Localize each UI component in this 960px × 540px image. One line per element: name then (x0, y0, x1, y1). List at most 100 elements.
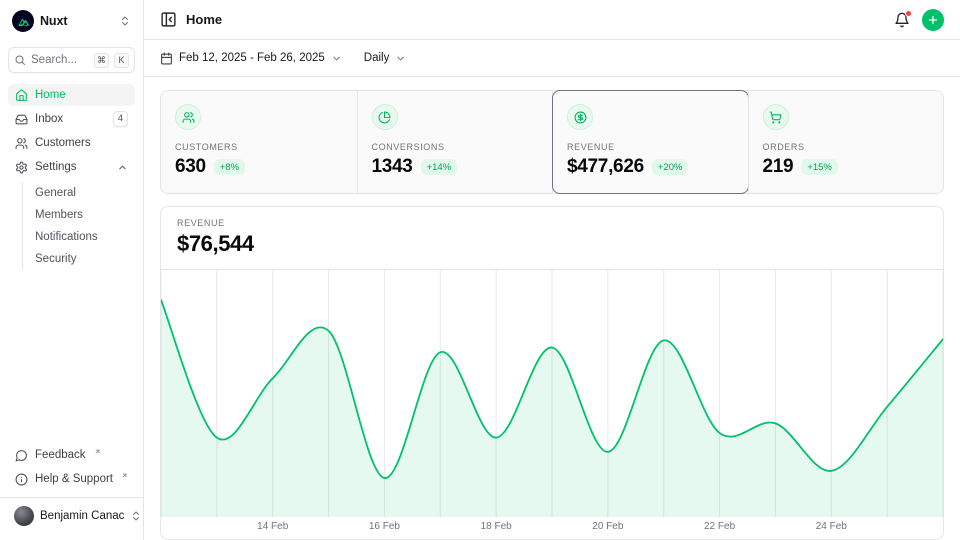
sidebar-item-security[interactable]: Security (23, 248, 135, 270)
sidebar: Nuxt Search... ⌘ K Home Inbox 4 (0, 0, 144, 540)
stat-label: REVENUE (567, 142, 734, 152)
sidebar-item-home[interactable]: Home (8, 84, 135, 106)
search-icon (14, 54, 26, 66)
chart-header: REVENUE $76,544 (161, 207, 943, 270)
kbd-meta: ⌘ (94, 53, 109, 68)
footer-item-label: Feedback (35, 449, 86, 461)
sidebar-item-inbox[interactable]: Inbox 4 (8, 108, 135, 130)
cart-icon (763, 104, 789, 130)
user-menu-button[interactable]: Benjamin Canac (8, 503, 135, 529)
info-circle-icon (15, 473, 28, 486)
date-range-picker[interactable]: Feb 12, 2025 - Feb 26, 2025 (160, 52, 342, 65)
date-range-label: Feb 12, 2025 - Feb 26, 2025 (179, 52, 325, 64)
inbox-count-badge: 4 (113, 111, 128, 126)
kbd-k: K (114, 53, 129, 68)
page-title: Home (186, 12, 222, 27)
sub-item-label: General (35, 187, 76, 199)
collapse-sidebar-button[interactable] (160, 11, 177, 28)
main-panel: Home Feb 12, 2025 - Feb 26, 2025 Daily (144, 0, 960, 540)
sidebar-item-customers[interactable]: Customers (8, 132, 135, 154)
help-support-link[interactable]: Help & Support (8, 468, 135, 490)
panel-left-close-icon (160, 11, 177, 28)
stat-card-customers[interactable]: CUSTOMERS 630 +8% (161, 91, 357, 193)
revenue-chart (161, 270, 943, 517)
stat-value: $477,626 (567, 156, 644, 178)
x-axis-tick: 14 Feb (257, 521, 288, 532)
delta-badge: +20% (652, 159, 689, 175)
stat-value: 630 (175, 156, 206, 178)
message-bubble-icon (15, 449, 28, 462)
stat-card-conversions[interactable]: CONVERSIONS 1343 +14% (357, 91, 553, 193)
sidebar-item-label: Inbox (35, 113, 63, 125)
x-axis-tick: 20 Feb (592, 521, 623, 532)
chevron-down-icon (395, 53, 406, 64)
x-axis-tick: 24 Feb (816, 521, 847, 532)
stat-value: 219 (763, 156, 794, 178)
sidebar-item-notifications[interactable]: Notifications (23, 226, 135, 248)
sub-item-label: Members (35, 209, 83, 221)
stat-label: ORDERS (763, 142, 930, 152)
notifications-button[interactable] (894, 12, 910, 28)
external-link-icon (94, 448, 101, 455)
feedback-link[interactable]: Feedback (8, 444, 135, 466)
search-input[interactable]: Search... ⌘ K (8, 47, 135, 73)
main-header: Home (144, 0, 960, 40)
x-axis-tick: 18 Feb (481, 521, 512, 532)
sidebar-item-settings[interactable]: Settings (8, 156, 135, 178)
chart-metric-value: $76,544 (177, 231, 927, 257)
dashboard-content: CUSTOMERS 630 +8% CONVERSIONS 1343 +14% (144, 77, 960, 540)
add-button[interactable] (922, 9, 944, 31)
stat-label: CUSTOMERS (175, 142, 343, 152)
chevrons-up-down-icon (130, 510, 142, 522)
footer-item-label: Help & Support (35, 473, 113, 485)
search-placeholder: Search... (31, 54, 89, 66)
sidebar-item-label: Settings (35, 161, 77, 173)
sub-item-label: Notifications (35, 231, 98, 243)
gear-icon (15, 161, 28, 174)
sidebar-item-label: Home (35, 89, 66, 101)
toolbar: Feb 12, 2025 - Feb 26, 2025 Daily (144, 40, 960, 77)
settings-sub-list: General Members Notifications Security (22, 182, 135, 270)
stat-label: CONVERSIONS (372, 142, 539, 152)
pie-chart-icon (372, 104, 398, 130)
sidebar-item-label: Customers (35, 137, 91, 149)
revenue-chart-card: REVENUE $76,544 14 Feb 16 Feb 18 Feb 20 … (160, 206, 944, 540)
period-label: Daily (364, 52, 390, 64)
calendar-icon (160, 52, 173, 65)
inbox-icon (15, 113, 28, 126)
external-link-icon (121, 472, 128, 479)
delta-badge: +14% (421, 159, 458, 175)
header-actions (894, 9, 944, 31)
chevron-up-icon (117, 162, 128, 173)
stat-value: 1343 (372, 156, 413, 178)
home-icon (15, 89, 28, 102)
sidebar-item-members[interactable]: Members (23, 204, 135, 226)
nuxt-logo-icon (12, 10, 34, 32)
chart-metric-label: REVENUE (177, 218, 927, 228)
chevrons-up-down-icon (119, 15, 131, 27)
user-avatar (14, 506, 34, 526)
chart-x-axis: 14 Feb 16 Feb 18 Feb 20 Feb 22 Feb 24 Fe… (161, 517, 943, 539)
x-axis-tick: 16 Feb (369, 521, 400, 532)
sidebar-footer: Feedback Help & Support Benjamin Canac (8, 444, 135, 540)
stats-group: CUSTOMERS 630 +8% CONVERSIONS 1343 +14% (160, 90, 944, 194)
user-section: Benjamin Canac (0, 497, 143, 535)
team-switcher[interactable]: Nuxt (8, 8, 135, 34)
user-name: Benjamin Canac (40, 510, 124, 522)
plus-icon (927, 14, 939, 26)
stat-card-orders[interactable]: ORDERS 219 +15% (748, 91, 944, 193)
users-icon (15, 137, 28, 150)
period-select[interactable]: Daily (364, 52, 407, 64)
dollar-circle-icon (567, 104, 593, 130)
delta-badge: +8% (214, 159, 245, 175)
sidebar-nav: Home Inbox 4 Customers Settings Gener (8, 84, 135, 272)
stat-card-revenue[interactable]: REVENUE $477,626 +20% (552, 91, 748, 193)
notification-dot (905, 10, 912, 17)
delta-badge: +15% (801, 159, 838, 175)
chart-plot-area[interactable] (161, 270, 943, 517)
brand-name: Nuxt (40, 14, 67, 28)
sidebar-item-general[interactable]: General (23, 182, 135, 204)
users-icon (175, 104, 201, 130)
chevron-down-icon (331, 53, 342, 64)
sub-item-label: Security (35, 253, 77, 265)
